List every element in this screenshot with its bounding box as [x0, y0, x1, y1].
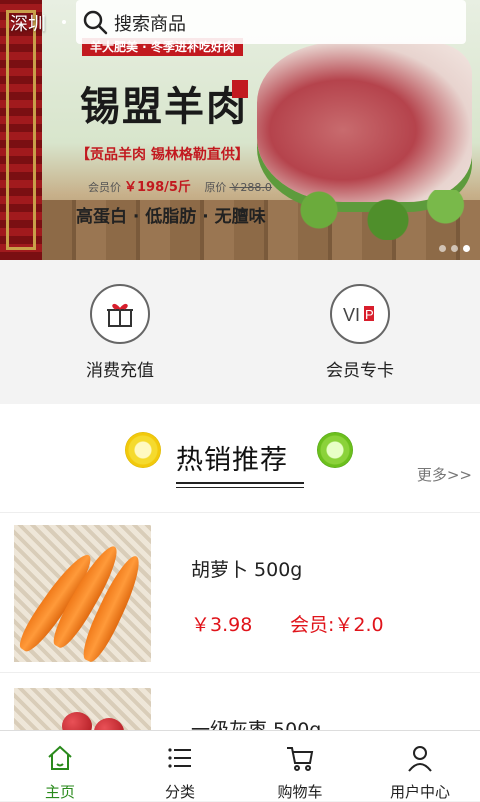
carousel-dot-active[interactable] [463, 245, 470, 252]
tab-home[interactable]: 主页 [0, 731, 120, 801]
vip-card-label: 会员专卡 [326, 361, 394, 381]
product-item[interactable]: 一级灰枣 500g [0, 673, 480, 730]
gift-icon [90, 284, 150, 344]
tab-label: 主页 [44, 783, 75, 801]
section-header: 热销推荐 更多>> [0, 404, 480, 513]
banner-tagline: 【贡品羊肉 锡林格勒直供】 [76, 147, 249, 163]
product-name: 一级灰枣 500g [191, 719, 322, 730]
cart-icon [287, 747, 314, 771]
tab-label: 用户中心 [389, 783, 450, 801]
search-placeholder: 搜索商品 [114, 14, 186, 35]
tab-cart[interactable]: 购物车 [240, 731, 360, 801]
original-price: ￥288.0 [229, 181, 272, 194]
search-bar[interactable]: 搜索商品 [76, 0, 466, 44]
user-icon [408, 746, 432, 772]
seal-icon [232, 80, 248, 98]
dropdown-dot-icon [62, 20, 66, 24]
carrot-image [13, 525, 151, 666]
vip-card-entry[interactable]: VI P 会员专卡 [290, 284, 430, 381]
svg-text:P: P [365, 307, 374, 322]
product-name: 胡萝卜 500g [191, 559, 303, 581]
banner-greens-image [250, 190, 480, 240]
home-icon [48, 745, 72, 770]
bottom-tab-bar: 主页 分类 购物车 用户中心 [0, 730, 480, 801]
search-icon [83, 10, 108, 35]
section-title: 热销推荐 [176, 445, 288, 476]
quick-entries: 消费充值 VI P 会员专卡 [0, 260, 480, 404]
tab-user-center[interactable]: 用户中心 [360, 731, 480, 801]
list-icon [168, 748, 191, 768]
product-price: ￥3.98 [191, 614, 253, 636]
recharge-entry[interactable]: 消费充值 [50, 284, 190, 381]
carousel-dot[interactable] [451, 245, 458, 252]
title-underline [176, 482, 304, 488]
member-price: ￥198/5斤 [124, 180, 191, 195]
banner-features: 高蛋白 · 低脂肪 · 无膻味 [76, 207, 266, 227]
tab-label: 分类 [164, 783, 195, 801]
original-price-label: 原价 [204, 181, 227, 194]
carousel-dots[interactable] [439, 245, 470, 252]
banner-price-row: 会员价 ￥198/5斤 原价 ￥288.0 [88, 176, 272, 195]
svg-text:VI: VI [343, 305, 360, 325]
tab-label: 购物车 [277, 783, 323, 801]
jujube-image [14, 688, 151, 730]
more-link[interactable]: 更多>> [417, 464, 472, 485]
city-selector[interactable]: 深圳 [10, 10, 46, 36]
banner-title: 锡盟羊肉 [80, 83, 248, 130]
vip-icon: VI P [330, 284, 390, 344]
carousel-dot[interactable] [439, 245, 446, 252]
hot-recommend-section: 热销推荐 更多>> 胡萝卜 500g ￥3.98 会员:￥2.0 一级灰枣 50… [0, 404, 480, 730]
product-item[interactable]: 胡萝卜 500g ￥3.98 会员:￥2.0 [0, 512, 480, 673]
lemon-icon [125, 432, 161, 468]
recharge-label: 消费充值 [86, 361, 154, 381]
member-price-label: 会员价 [88, 181, 121, 194]
product-member-price: 会员:￥2.0 [290, 614, 384, 636]
lime-icon [317, 432, 353, 468]
banner-lattice-decoration [0, 0, 42, 260]
banner-lamb-image [257, 42, 472, 202]
tab-category[interactable]: 分类 [120, 731, 240, 801]
